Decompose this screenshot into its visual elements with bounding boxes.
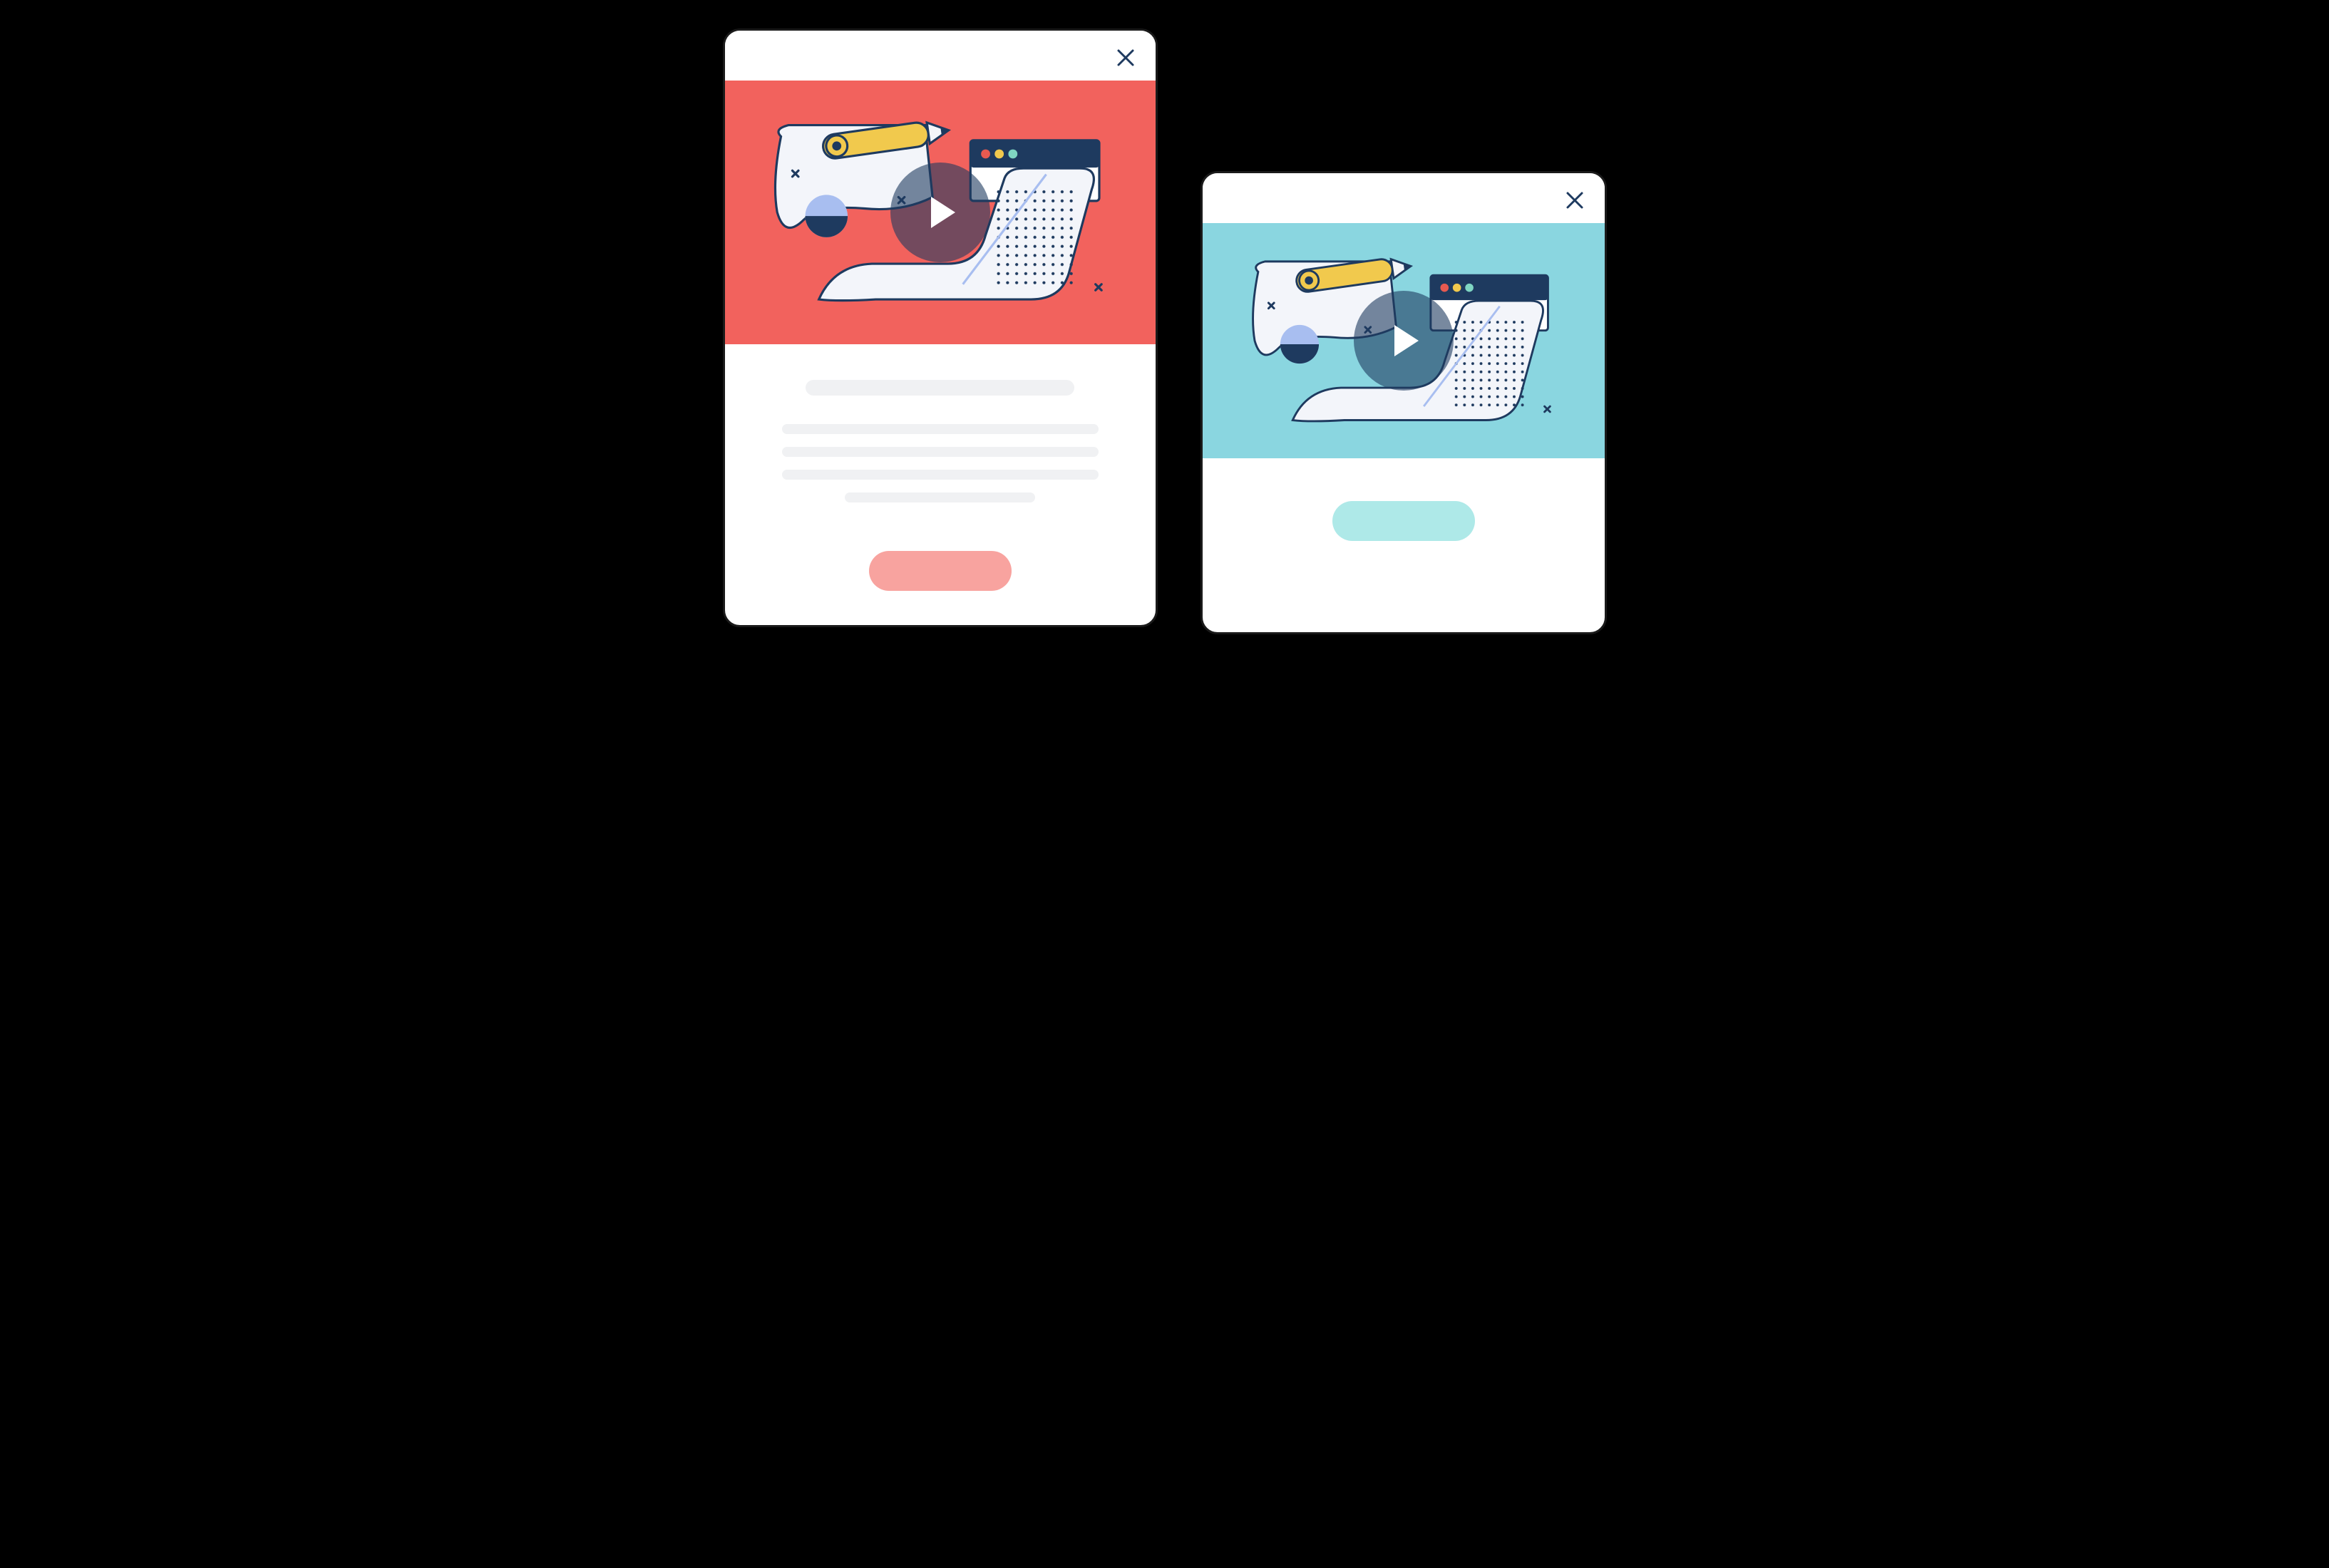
play-icon — [931, 197, 955, 228]
cta-button[interactable] — [1332, 501, 1475, 541]
header-spacer — [1203, 173, 1605, 223]
close-icon — [1565, 190, 1585, 210]
close-button[interactable] — [1562, 187, 1588, 213]
play-button[interactable] — [1354, 291, 1454, 391]
text-placeholder-line — [845, 492, 1034, 502]
text-placeholder-line — [782, 470, 1099, 480]
close-icon — [1116, 48, 1136, 68]
onboarding-modal-large — [723, 29, 1158, 627]
title-placeholder — [806, 380, 1074, 396]
modal-content — [725, 344, 1156, 612]
hero-image — [725, 81, 1156, 344]
text-placeholder-line — [782, 424, 1099, 434]
play-icon — [1394, 325, 1419, 356]
play-button[interactable] — [890, 163, 990, 262]
modal-content — [1203, 458, 1605, 555]
close-button[interactable] — [1113, 45, 1138, 71]
text-placeholder-line — [782, 447, 1099, 457]
cta-button[interactable] — [869, 551, 1012, 591]
onboarding-modal-small — [1201, 171, 1607, 634]
hero-image — [1203, 223, 1605, 458]
header-spacer — [725, 31, 1156, 81]
